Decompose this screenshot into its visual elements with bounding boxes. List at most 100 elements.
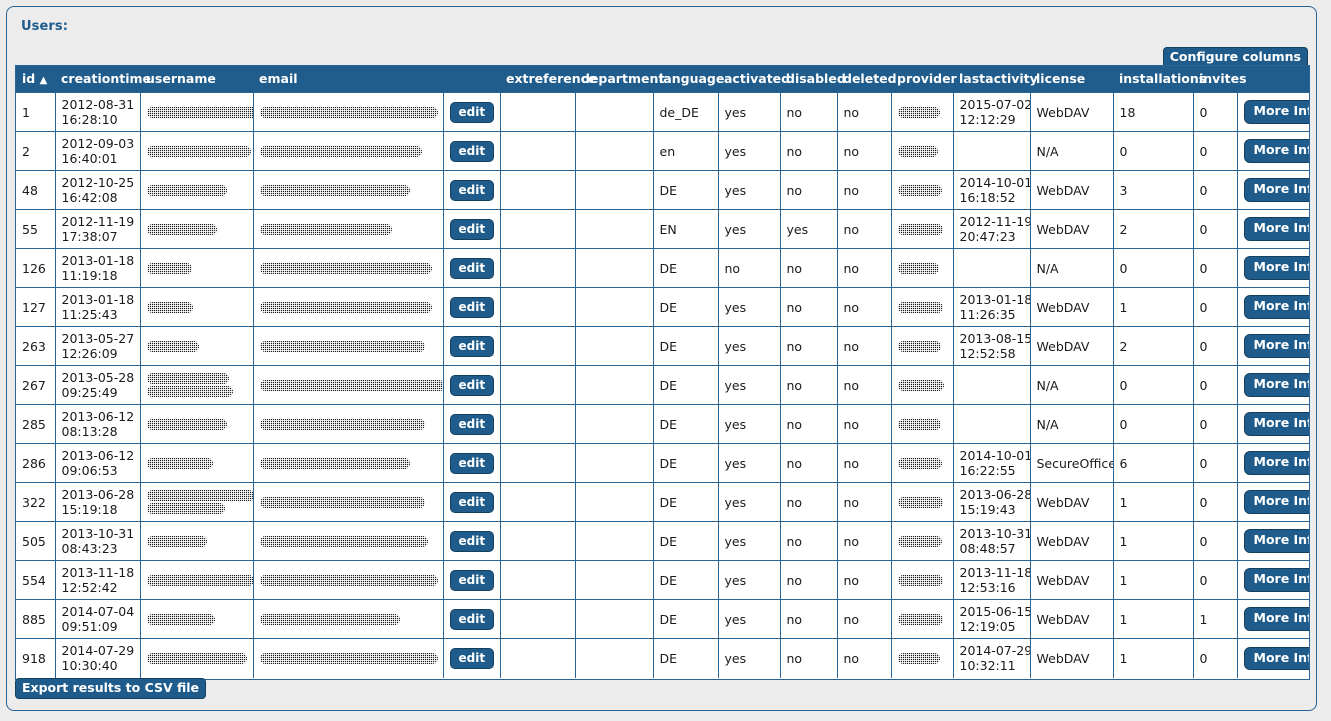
cell-extreference bbox=[499, 521, 576, 561]
cell-installations[interactable]: 2 bbox=[1112, 326, 1194, 366]
edit-button[interactable]: edit bbox=[449, 140, 495, 162]
cell-installations[interactable]: 1 bbox=[1112, 599, 1194, 639]
cell-activated: yes bbox=[717, 599, 781, 639]
column-header-provider[interactable]: provider bbox=[891, 66, 957, 93]
column-header-lastactivity[interactable]: lastactivity bbox=[953, 66, 1038, 93]
column-header-installations[interactable]: installations bbox=[1113, 66, 1206, 93]
column-header-creationtime[interactable]: creationtime bbox=[55, 66, 151, 93]
cell-installations[interactable]: 1 bbox=[1112, 287, 1194, 327]
more-info-button[interactable]: More Info bbox=[1243, 568, 1309, 592]
more-info-button[interactable]: More Info bbox=[1243, 139, 1309, 163]
cell-installations[interactable]: 1 bbox=[1112, 521, 1194, 561]
more-info-button[interactable]: More Info bbox=[1243, 295, 1309, 319]
cell-installations[interactable]: 3 bbox=[1112, 170, 1194, 210]
cell-moreinfo: More Info bbox=[1236, 92, 1309, 132]
edit-button[interactable]: edit bbox=[449, 569, 495, 591]
column-header-deleted[interactable]: deleted bbox=[837, 66, 897, 93]
edit-button[interactable]: edit bbox=[449, 101, 495, 123]
cell-deleted: no bbox=[836, 326, 892, 366]
column-header-email[interactable]: email bbox=[253, 66, 443, 93]
cell-invites[interactable]: 0 bbox=[1192, 404, 1238, 444]
more-info-button[interactable]: More Info bbox=[1243, 334, 1309, 358]
cell-invites[interactable]: 0 bbox=[1192, 287, 1238, 327]
cell-installations[interactable]: 0 bbox=[1112, 131, 1194, 171]
edit-button[interactable]: edit bbox=[449, 608, 495, 630]
edit-button[interactable]: edit bbox=[449, 491, 495, 513]
more-info-button[interactable]: More Info bbox=[1243, 529, 1309, 553]
edit-button[interactable]: edit bbox=[449, 257, 495, 279]
edit-button[interactable]: edit bbox=[449, 296, 495, 318]
cell-invites[interactable]: 0 bbox=[1192, 560, 1238, 600]
cell-invites[interactable]: 0 bbox=[1192, 248, 1238, 288]
cell-disabled: no bbox=[779, 92, 838, 132]
cell-license: SecureOffice bbox=[1029, 443, 1114, 483]
cell-installations[interactable]: 1 bbox=[1112, 482, 1194, 522]
cell-invites[interactable]: 0 bbox=[1192, 443, 1238, 483]
cell-installations[interactable]: 0 bbox=[1112, 365, 1194, 405]
cell-invites[interactable]: 0 bbox=[1192, 365, 1238, 405]
cell-username bbox=[139, 443, 254, 483]
column-header-extreference[interactable]: extreference bbox=[500, 66, 597, 93]
more-info-button[interactable]: More Info bbox=[1243, 412, 1309, 436]
cell-installations[interactable]: 0 bbox=[1112, 248, 1194, 288]
more-info-button[interactable]: More Info bbox=[1243, 178, 1309, 202]
export-csv-button[interactable]: Export results to CSV file bbox=[15, 677, 207, 699]
edit-button[interactable]: edit bbox=[449, 413, 495, 435]
column-header-username[interactable]: username bbox=[140, 66, 253, 93]
cell-invites[interactable]: 0 bbox=[1192, 482, 1238, 522]
cell-invites[interactable]: 0 bbox=[1192, 638, 1238, 678]
table-row: 263 2013-05-27 12:26:09 edit DE yes no no 2013-0… bbox=[16, 326, 1309, 366]
cell-license: WebDAV bbox=[1029, 638, 1114, 678]
edit-button[interactable]: edit bbox=[449, 374, 495, 396]
resize-handle[interactable] bbox=[1295, 665, 1309, 679]
cell-invites[interactable]: 0 bbox=[1192, 326, 1238, 366]
column-header-department[interactable]: department bbox=[575, 66, 664, 93]
cell-installations[interactable]: 6 bbox=[1112, 443, 1194, 483]
edit-button[interactable]: edit bbox=[449, 335, 495, 357]
cell-invites[interactable]: 1 bbox=[1192, 599, 1238, 639]
column-header-disabled[interactable]: disabled bbox=[780, 66, 846, 93]
more-info-button[interactable]: More Info bbox=[1243, 100, 1309, 124]
cell-creationtime: 2013-01-18 11:25:43 bbox=[54, 287, 141, 327]
cell-invites[interactable]: 0 bbox=[1192, 521, 1238, 561]
cell-installations[interactable]: 18 bbox=[1112, 92, 1194, 132]
redaction-bar bbox=[146, 262, 192, 274]
cell-installations[interactable]: 2 bbox=[1112, 209, 1194, 249]
edit-button[interactable]: edit bbox=[449, 530, 495, 552]
cell-invites[interactable]: 0 bbox=[1192, 92, 1238, 132]
cell-department bbox=[574, 287, 654, 327]
cell-lastactivity bbox=[952, 248, 1031, 288]
more-info-button[interactable]: More Info bbox=[1243, 607, 1309, 631]
cell-installations[interactable]: 1 bbox=[1112, 560, 1194, 600]
column-header-invites[interactable]: invites bbox=[1193, 66, 1247, 93]
cell-invites[interactable]: 0 bbox=[1192, 209, 1238, 249]
cell-invites[interactable]: 0 bbox=[1192, 131, 1238, 171]
column-header-activated[interactable]: activated bbox=[718, 66, 790, 93]
table-row: 126 2013-01-18 11:19:18 edit DE no no no N/A 0 0 Mo… bbox=[16, 248, 1309, 288]
more-info-button[interactable]: More Info bbox=[1243, 451, 1309, 475]
column-header-id[interactable]: id ▲ bbox=[16, 66, 55, 93]
more-info-button[interactable]: More Info bbox=[1243, 217, 1309, 241]
cell-extreference bbox=[499, 92, 576, 132]
more-info-button[interactable]: More Info bbox=[1243, 373, 1309, 397]
cell-installations[interactable]: 0 bbox=[1112, 404, 1194, 444]
column-header-license[interactable]: license bbox=[1030, 66, 1113, 93]
cell-invites[interactable]: 0 bbox=[1192, 170, 1238, 210]
users-table-container[interactable]: id ▲ creationtime username email extrefe… bbox=[15, 65, 1310, 680]
cell-moreinfo: More Info bbox=[1236, 326, 1309, 366]
cell-username bbox=[139, 404, 254, 444]
edit-button[interactable]: edit bbox=[449, 218, 495, 240]
redaction-bar bbox=[897, 418, 941, 430]
cell-email bbox=[252, 326, 444, 366]
cell-edit: edit bbox=[442, 131, 501, 171]
cell-installations[interactable]: 1 bbox=[1112, 638, 1194, 678]
cell-id: 285 bbox=[16, 404, 56, 444]
edit-button[interactable]: edit bbox=[449, 452, 495, 474]
sort-ascending-icon[interactable]: ▲ bbox=[40, 75, 48, 86]
more-info-button[interactable]: More Info bbox=[1243, 490, 1309, 514]
edit-button[interactable]: edit bbox=[449, 647, 495, 669]
column-header-language[interactable]: language bbox=[653, 66, 724, 93]
edit-button[interactable]: edit bbox=[449, 179, 495, 201]
cell-language: en bbox=[652, 131, 719, 171]
more-info-button[interactable]: More Info bbox=[1243, 256, 1309, 280]
